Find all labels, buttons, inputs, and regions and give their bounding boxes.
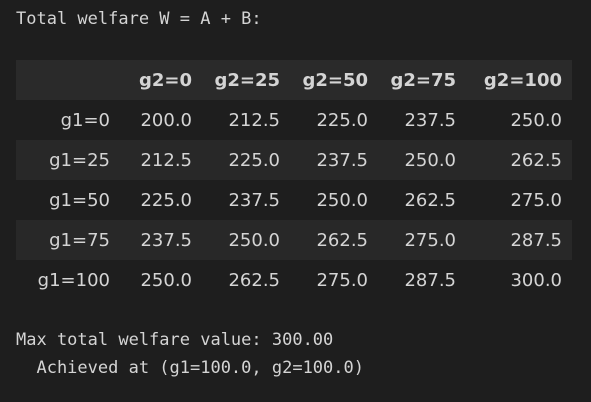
- table-cell: 275.0: [316, 269, 368, 291]
- table-cell: 237.5: [228, 189, 280, 211]
- table-cell: 250.0: [404, 149, 456, 171]
- table-row: g1=100 250.0 262.5 275.0 287.5 300.0: [16, 260, 572, 300]
- table-row: g1=50 225.0 237.5 250.0 262.5 275.0: [16, 180, 572, 220]
- table-corner-cell: [16, 60, 118, 100]
- table-cell: 225.0: [228, 149, 280, 171]
- row-header: g1=75: [49, 229, 110, 251]
- table-header-row: g2=0 g2=25 g2=50 g2=75 g2=100: [16, 60, 572, 100]
- table-cell: 262.5: [510, 149, 562, 171]
- table-cell: 225.0: [316, 109, 368, 131]
- table-cell: 262.5: [316, 229, 368, 251]
- table-row: g1=25 212.5 225.0 237.5 250.0 262.5: [16, 140, 572, 180]
- table-cell: 237.5: [140, 229, 192, 251]
- table-cell: 250.0: [510, 109, 562, 131]
- row-header: g1=50: [49, 189, 110, 211]
- table-row: g1=0 200.0 212.5 225.0 237.5 250.0: [16, 100, 572, 140]
- table-cell: 225.0: [140, 189, 192, 211]
- row-header: g1=100: [37, 269, 110, 291]
- table-row: g1=75 237.5 250.0 262.5 275.0 287.5: [16, 220, 572, 260]
- table-cell: 212.5: [228, 109, 280, 131]
- column-header: g2=50: [302, 69, 368, 91]
- table-cell: 262.5: [228, 269, 280, 291]
- table-cell: 237.5: [404, 109, 456, 131]
- table-cell: 287.5: [404, 269, 456, 291]
- table-cell: 250.0: [316, 189, 368, 211]
- table-cell: 212.5: [140, 149, 192, 171]
- table-cell: 250.0: [140, 269, 192, 291]
- table-cell: 287.5: [510, 229, 562, 251]
- table-cell: 275.0: [404, 229, 456, 251]
- table-cell: 275.0: [510, 189, 562, 211]
- welfare-table-container: g2=0 g2=25 g2=50 g2=75 g2=100 g1=0 200.0…: [16, 60, 572, 300]
- table-cell: 262.5: [404, 189, 456, 211]
- column-header: g2=75: [390, 69, 456, 91]
- welfare-table: g2=0 g2=25 g2=50 g2=75 g2=100 g1=0 200.0…: [16, 60, 572, 300]
- table-cell: 237.5: [316, 149, 368, 171]
- max-welfare-line: Max total welfare value: 300.00: [16, 330, 334, 350]
- row-header: g1=25: [49, 149, 110, 171]
- column-header: g2=100: [483, 69, 562, 91]
- row-header: g1=0: [60, 109, 110, 131]
- column-header: g2=25: [214, 69, 280, 91]
- output-heading: Total welfare W = A + B:: [16, 9, 262, 29]
- achieved-at-line: Achieved at (g1=100.0, g2=100.0): [16, 358, 364, 378]
- table-cell: 250.0: [228, 229, 280, 251]
- table-cell: 200.0: [140, 109, 192, 131]
- column-header: g2=0: [138, 69, 192, 91]
- table-cell: 300.0: [510, 269, 562, 291]
